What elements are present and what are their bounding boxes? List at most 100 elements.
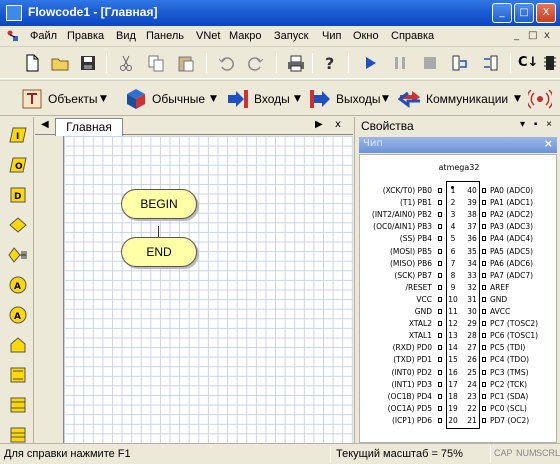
component-macro-icon[interactable]: A [8,305,28,325]
chip-pin-right[interactable]: 28 PC6 (TOSC1) [466,330,556,342]
step-over-icon[interactable] [480,53,500,73]
tab-main[interactable]: Главная [55,118,123,136]
chip-pin-left[interactable]: XTAL1 13 [360,330,458,342]
chip-panel-close-button[interactable]: × [544,137,553,150]
chip-pin-left[interactable]: XTAL2 12 [360,318,458,330]
interrupt-icon[interactable] [8,425,28,445]
outputs-dropdown[interactable]: Выходы ▼ [308,87,392,111]
chip-pin-left[interactable]: (OC0/AIN1) PB3 4 [360,221,455,233]
menu-window[interactable]: Окно [353,30,379,42]
calculation-icon[interactable]: A [8,275,28,295]
chip-pin-right[interactable]: 33 PA7 (ADC7) [466,270,556,282]
menu-file[interactable]: Файл [30,30,57,42]
chip-pin-left[interactable]: (T1) PB1 2 [360,197,455,209]
wireless-icon[interactable] [528,87,552,111]
macro-icon[interactable] [8,335,28,355]
menu-run[interactable]: Запуск [274,30,308,42]
decision-icon[interactable] [8,215,28,235]
chip-pin-right[interactable]: 31 GND [466,294,556,306]
end-block[interactable]: END [121,237,197,267]
chip-pin-left[interactable]: /RESET 9 [360,282,455,294]
output-icon[interactable]: O [8,155,28,175]
chip-pin-right[interactable]: 24 PC2 (TCK) [466,379,556,391]
multiplex-icon[interactable] [8,395,28,415]
open-folder-icon[interactable] [50,53,70,73]
flowchart-canvas[interactable]: BEGIN END [63,136,353,443]
copy-icon[interactable] [146,53,166,73]
pause-icon[interactable] [390,53,410,73]
chip-pin-left[interactable]: (SCK) PB7 8 [360,270,455,282]
chip-pin-left[interactable]: (XCK/T0) PB0 1 [360,185,456,197]
minimize-button[interactable]: _ [492,3,512,23]
chip-pin-left[interactable]: (INT0) PD2 16 [360,367,458,379]
undo-icon[interactable] [216,53,236,73]
close-button[interactable]: X [536,3,556,23]
chip-pin-right[interactable]: 32 AREF [466,282,556,294]
chip-pin-left[interactable]: (MISO) PB6 7 [360,258,455,270]
menu-edit[interactable]: Правка [67,30,104,42]
objects-dropdown[interactable]: Объекты ▼ [20,87,112,111]
mdi-minimize-button[interactable]: _ [514,30,519,41]
chip-pin-right[interactable]: 27 PC5 (TDI) [466,342,556,354]
print-icon[interactable] [286,53,306,73]
menu-chip[interactable]: Чип [322,30,341,42]
compile-c-icon[interactable]: C↓ [518,53,538,73]
run-icon[interactable] [360,53,380,73]
mdi-restore-button[interactable]: □ [528,30,537,41]
input-icon[interactable]: I [8,125,28,145]
chip-pin-left[interactable]: (INT2/AIN0) PB2 3 [360,209,456,221]
properties-pane-buttons[interactable]: ▾ ▪ × [520,119,555,130]
cut-icon[interactable] [116,53,136,73]
chip-pin-right[interactable]: 40 PA0 (ADC0) [466,185,556,197]
chip-pin-left[interactable]: (INT1) PD3 17 [360,379,458,391]
maximize-button[interactable]: □ [514,3,534,23]
chip-pin-left[interactable]: GND 11 [360,306,458,318]
chip-pin-right[interactable]: 39 PA1 (ADC1) [466,197,556,209]
new-file-icon[interactable] [22,53,42,73]
chip-pin-left[interactable]: VCC 10 [360,294,457,306]
inputs-dropdown[interactable]: Входы ▼ [226,87,304,111]
help-icon[interactable]: ? [320,53,340,73]
menu-vnet[interactable]: VNet [196,30,220,42]
chip-pin-left[interactable]: (TXD) PD1 15 [360,354,458,366]
tab-scroll-right-button[interactable]: ▶ [315,119,323,130]
chip-pin-right[interactable]: 38 PA2 (ADC2) [466,209,556,221]
menu-panel[interactable]: Панель [146,30,184,42]
mdi-close-button[interactable]: x [544,30,550,41]
chip-pin-left[interactable]: (MOSI) PB5 6 [360,246,455,258]
step-into-icon[interactable] [450,53,470,73]
chip-pin-right[interactable]: 23 PC1 (SDA) [466,391,556,403]
loop-icon[interactable] [8,365,28,385]
chip-pin-right[interactable]: 29 PC7 (TOSC2) [466,318,556,330]
save-icon[interactable] [78,53,98,73]
chip-pin-left[interactable]: (ICP1) PD6 20 [360,415,458,427]
chip-pin-right[interactable]: 26 PC4 (TDO) [466,354,556,366]
stop-icon[interactable] [420,53,440,73]
redo-icon[interactable] [246,53,266,73]
chip-pin-right[interactable]: 25 PC3 (TMS) [466,367,556,379]
chip-pin-right[interactable]: 30 AVCC [466,306,556,318]
chip-pin-right[interactable]: 34 PA6 (ADC6) [466,258,556,270]
connection-point-icon[interactable] [8,245,28,265]
chip-pin-right[interactable]: 36 PA4 (ADC4) [466,233,556,245]
chip-pin-left[interactable]: (RXD) PD0 14 [360,342,458,354]
delay-icon[interactable]: D [8,185,28,205]
chip-pin-right[interactable]: 21 PD7 (OC2) [466,415,556,427]
menu-help[interactable]: Справка [391,30,434,42]
compile-chip-icon[interactable] [540,53,560,73]
tab-scroll-left-button[interactable]: ◀ [41,119,49,130]
chip-pin-right[interactable]: 35 PA5 (ADC5) [466,246,556,258]
menu-macro[interactable]: Макро [229,30,261,42]
pin-name: (ICP1) PD6 [391,415,432,425]
chip-pin-right[interactable]: 22 PC0 (SCL) [466,403,556,415]
chip-pin-left[interactable]: (OC1B) PD4 18 [360,391,458,403]
chip-pin-left[interactable]: (OC1A) PD5 19 [360,403,458,415]
tab-close-button[interactable]: x [335,119,341,130]
paste-icon[interactable] [176,53,196,73]
chip-pin-right[interactable]: 37 PA3 (ADC3) [466,221,556,233]
menu-view[interactable]: Вид [116,30,136,42]
chip-pin-left[interactable]: (SS) PB4 5 [360,233,456,245]
begin-block[interactable]: BEGIN [121,189,197,219]
comms-dropdown[interactable]: Коммуникации ▼ [398,87,524,111]
common-dropdown[interactable]: Обычные ▼ [124,87,220,111]
